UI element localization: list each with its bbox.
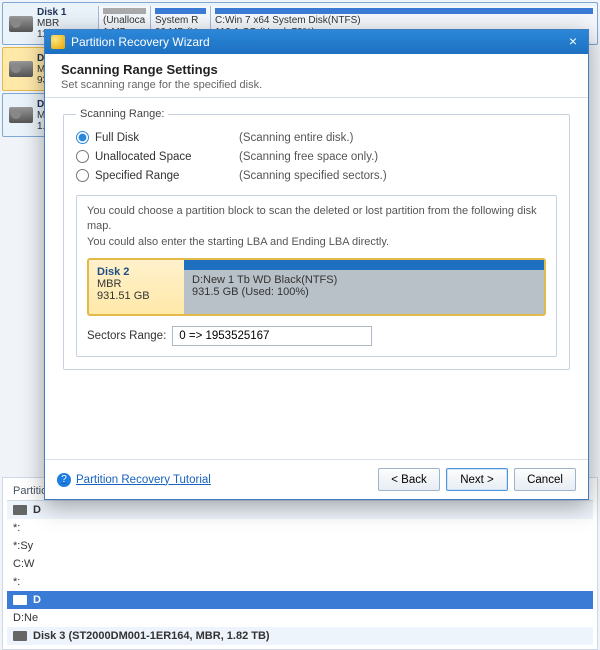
close-icon[interactable]: × <box>564 34 582 50</box>
partition-label: D:New 1 Tb WD Black(NTFS) 931.5 GB (Used… <box>184 270 544 302</box>
radio-full-disk-input[interactable] <box>76 131 89 144</box>
radio-specified-hint: (Scanning specified sectors.) <box>239 170 387 182</box>
radio-full-disk-hint: (Scanning entire disk.) <box>239 132 353 144</box>
dialog-subheading: Set scanning range for the specified dis… <box>61 79 572 91</box>
dialog-footer: ? Partition Recovery Tutorial < Back Nex… <box>45 459 588 499</box>
radio-unallocated-hint: (Scanning free space only.) <box>239 151 378 163</box>
sectors-range-row: Sectors Range: <box>87 326 546 346</box>
cancel-button[interactable]: Cancel <box>514 468 576 491</box>
radio-unallocated[interactable]: Unallocated Space (Scanning free space o… <box>76 147 557 166</box>
disk-card-name: Disk 2 <box>97 266 176 278</box>
help-icon: ? <box>57 473 71 487</box>
dialog-heading: Scanning Range Settings <box>61 62 572 77</box>
list-row: *: <box>7 519 593 537</box>
fieldset-legend: Scanning Range: <box>76 108 168 120</box>
bg-partition-list: Partition D *: *:Sy C:W *: D D:Ne Disk 3… <box>2 477 598 650</box>
help-link-text: Partition Recovery Tutorial <box>76 474 211 486</box>
radio-full-disk-label: Full Disk <box>95 132 215 144</box>
dialog-title: Partition Recovery Wizard <box>71 35 564 49</box>
disk-card-type: MBR <box>97 278 176 290</box>
list-row: *: <box>7 573 593 591</box>
list-row: *:Sy <box>7 537 593 555</box>
partition-bar <box>184 260 544 270</box>
dialog-header: Scanning Range Settings Set scanning ran… <box>45 54 588 98</box>
radio-specified-label: Specified Range <box>95 170 215 182</box>
next-button[interactable]: Next > <box>446 468 508 491</box>
bg-disk2-stub: Dis MB 931 <box>2 47 48 91</box>
radio-unallocated-input[interactable] <box>76 150 89 163</box>
disk-map-box: You could choose a partition block to sc… <box>76 195 557 357</box>
back-button[interactable]: < Back <box>378 468 440 491</box>
list-row: D <box>7 591 593 609</box>
radio-unallocated-label: Unallocated Space <box>95 151 215 163</box>
radio-full-disk[interactable]: Full Disk (Scanning entire disk.) <box>76 128 557 147</box>
disk-card[interactable]: Disk 2 MBR 931.51 GB D:New 1 Tb WD Black… <box>87 258 546 316</box>
radio-specified-range[interactable]: Specified Range (Scanning specified sect… <box>76 166 557 185</box>
list-row: D <box>7 501 593 519</box>
disk-card-partition[interactable]: D:New 1 Tb WD Black(NTFS) 931.5 GB (Used… <box>184 260 544 314</box>
bg-disk3-row: Disk 3 (ST2000DM001-1ER164, MBR, 1.82 TB… <box>7 627 593 645</box>
map-info-text: You could choose a partition block to sc… <box>87 204 546 250</box>
hdd-icon <box>9 61 33 77</box>
partition-recovery-dialog: Partition Recovery Wizard × Scanning Ran… <box>44 29 589 500</box>
disk-card-size: 931.51 GB <box>97 290 176 302</box>
disk-card-info: Disk 2 MBR 931.51 GB <box>89 260 184 314</box>
list-row: C:W <box>7 555 593 573</box>
radio-specified-input[interactable] <box>76 169 89 182</box>
sectors-label: Sectors Range: <box>87 330 166 342</box>
hdd-icon <box>9 16 33 32</box>
dialog-titlebar[interactable]: Partition Recovery Wizard × <box>45 30 588 54</box>
dialog-body: Scanning Range: Full Disk (Scanning enti… <box>45 98 588 459</box>
sectors-range-input[interactable] <box>172 326 372 346</box>
bg-disk1-name: Disk 1 <box>37 7 84 18</box>
bg-disk1-type: MBR <box>37 18 84 29</box>
bg-disk3-stub: Dis MB 1.8 <box>2 93 48 137</box>
hdd-icon <box>9 107 33 123</box>
help-link[interactable]: ? Partition Recovery Tutorial <box>57 473 211 487</box>
list-row: D:Ne <box>7 609 593 627</box>
wizard-icon <box>51 35 65 49</box>
scanning-range-fieldset: Scanning Range: Full Disk (Scanning enti… <box>63 108 570 370</box>
